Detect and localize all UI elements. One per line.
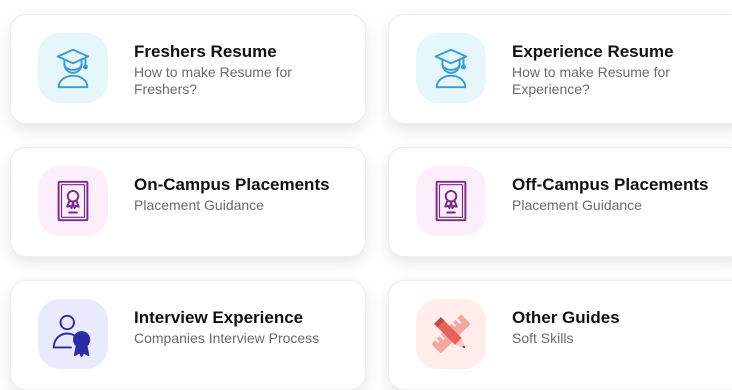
- card-off-campus-placements[interactable]: Off-Campus Placements Placement Guidance: [388, 147, 732, 257]
- card-text: Off-Campus Placements Placement Guidance: [512, 175, 732, 214]
- card-text: Other Guides Soft Skills: [512, 308, 732, 347]
- pencil-ruler-icon: [432, 315, 470, 353]
- card-text: Experience Resume How to make Resume for…: [512, 42, 732, 98]
- card-text: Interview Experience Companies Interview…: [134, 308, 355, 347]
- icon-container: [416, 33, 486, 103]
- graduate-icon: [56, 48, 90, 89]
- card-text: Freshers Resume How to make Resume for F…: [134, 42, 355, 98]
- card-subtitle: Placement Guidance: [512, 197, 642, 213]
- card-title: Freshers Resume: [134, 42, 277, 61]
- card-subtitle: How to make Resume for Experience?: [512, 64, 670, 97]
- card-text: On-Campus Placements Placement Guidance: [134, 175, 355, 214]
- card-interview-experience[interactable]: Interview Experience Companies Interview…: [10, 280, 366, 390]
- card-subtitle: How to make Resume for Freshers?: [134, 64, 292, 97]
- card-experience-resume[interactable]: Experience Resume How to make Resume for…: [388, 14, 732, 124]
- card-on-campus-placements[interactable]: On-Campus Placements Placement Guidance: [10, 147, 366, 257]
- card-subtitle: Companies Interview Process: [134, 330, 320, 346]
- graduate-icon: [434, 48, 468, 89]
- card-other-guides[interactable]: Other Guides Soft Skills: [388, 280, 732, 390]
- card-subtitle: Soft Skills: [512, 330, 574, 346]
- icon-container: [38, 299, 108, 369]
- certificate-icon: [57, 180, 89, 222]
- card-title: Experience Resume: [512, 42, 674, 61]
- card-subtitle: Placement Guidance: [134, 197, 264, 213]
- card-title: Interview Experience: [134, 308, 304, 327]
- icon-container: [416, 166, 486, 236]
- card-title: Off-Campus Placements: [512, 175, 709, 194]
- icon-container: [416, 299, 486, 369]
- user-award-icon: [52, 314, 91, 357]
- card-freshers-resume[interactable]: Freshers Resume How to make Resume for F…: [10, 14, 366, 124]
- card-title: On-Campus Placements: [134, 175, 330, 194]
- certificate-icon: [435, 180, 467, 222]
- icon-container: [38, 166, 108, 236]
- icon-container: [38, 33, 108, 103]
- card-title: Other Guides: [512, 308, 620, 327]
